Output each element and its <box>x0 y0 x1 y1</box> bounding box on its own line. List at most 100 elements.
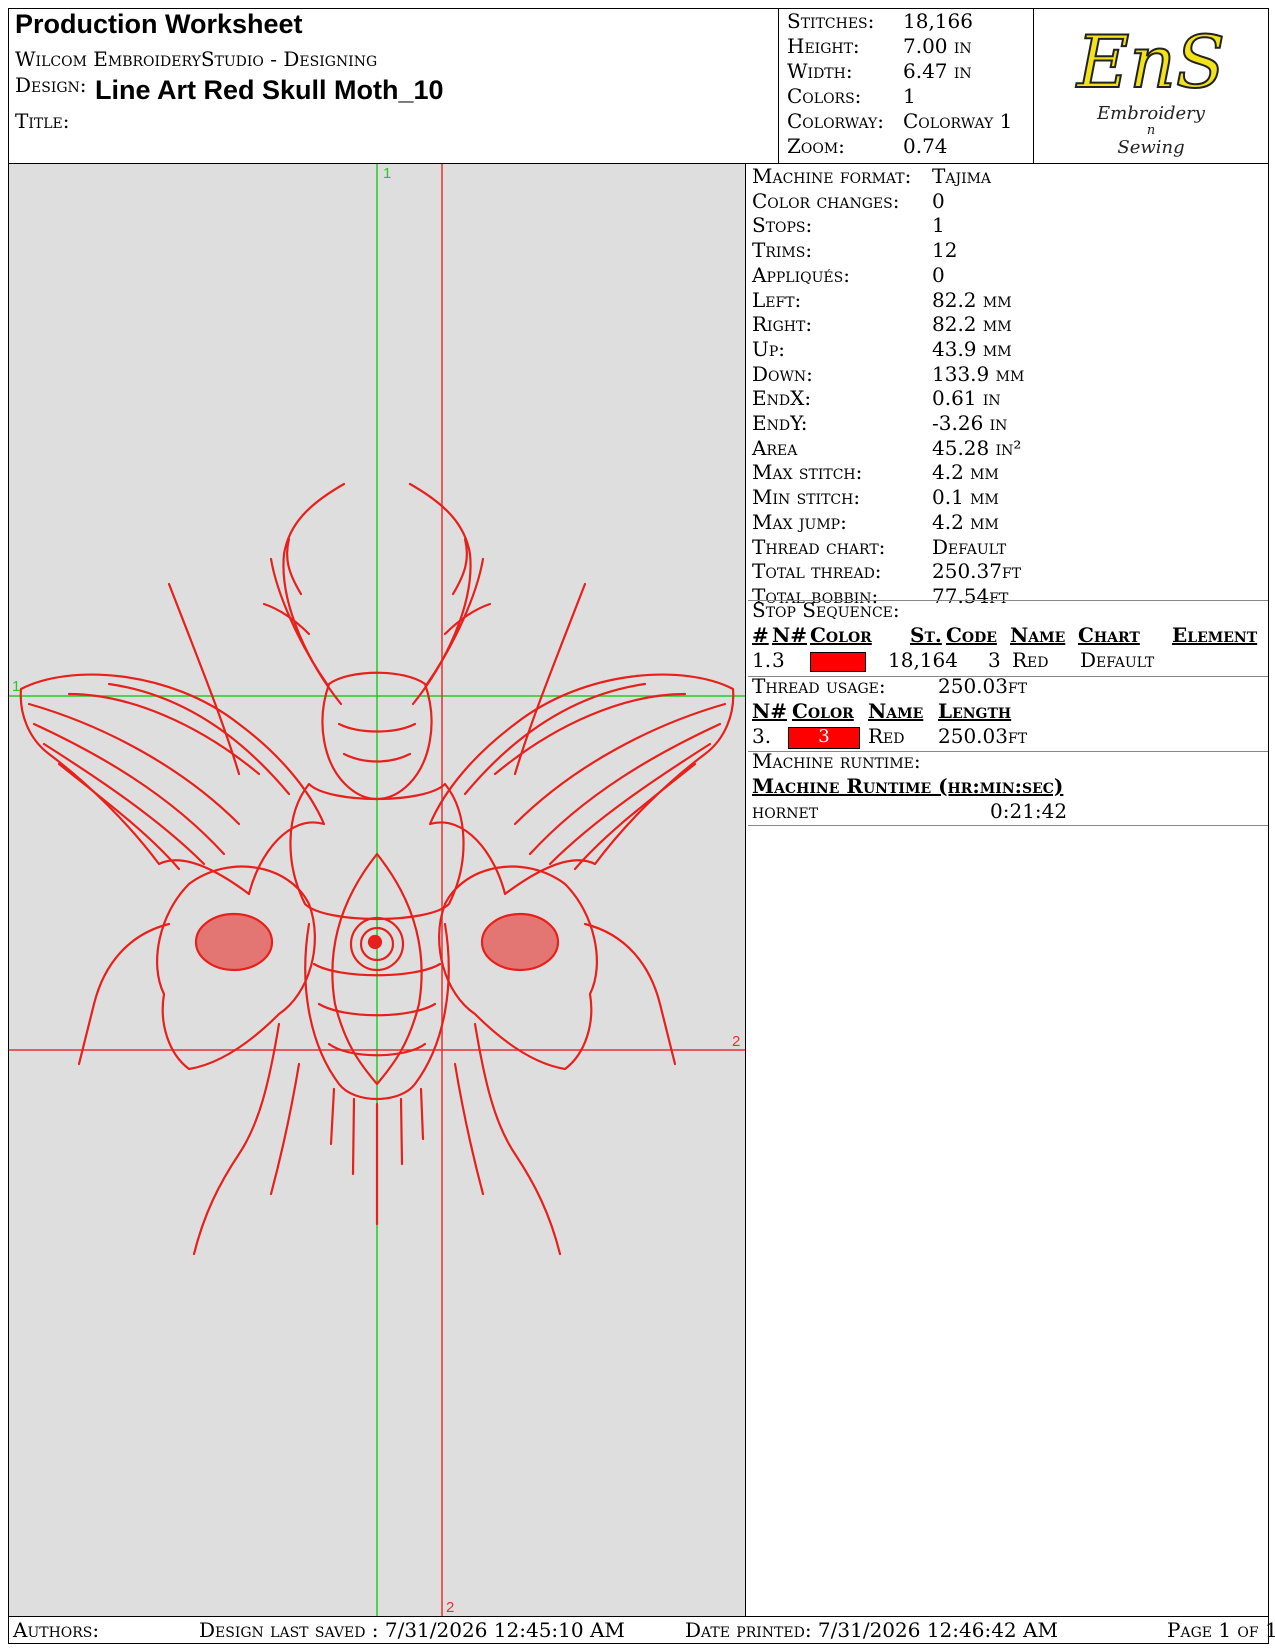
thread-col-name: Name <box>868 699 924 723</box>
detail-value: 45.28 in² <box>932 435 1022 460</box>
stop-row-n: 3 <box>772 648 785 672</box>
thread-col-color: Color <box>792 699 854 723</box>
detail-label: Machine format: <box>752 164 912 188</box>
detail-label: Trims: <box>752 238 813 263</box>
design-preview: 1 1 2 2 <box>9 164 745 1616</box>
height-label: Height: <box>787 34 860 58</box>
detail-value: 12 <box>932 238 958 263</box>
thread-row-n: 3. <box>752 724 772 748</box>
runtime-header: Machine Runtime (hr:min:sec) <box>752 774 1064 798</box>
thread-row-name: Red <box>868 724 905 748</box>
zoom-label: Zoom: <box>787 134 845 158</box>
runtime-title: Machine runtime: <box>752 749 921 773</box>
thread-usage-title: Thread usage: <box>752 674 886 698</box>
detail-label: Max stitch: <box>752 460 863 485</box>
stop-row-name: Red <box>1012 648 1049 672</box>
guide-label-v2: 2 <box>446 1599 454 1616</box>
guide-label-h2: 2 <box>732 1033 740 1050</box>
width-label: Width: <box>787 59 853 83</box>
stop-row-code: 3 <box>988 648 1001 672</box>
detail-label: Down: <box>752 361 813 386</box>
summary-box: Stitches: 18,166 Height: 7.00 in Width: … <box>778 8 1034 164</box>
detail-value: 4.2 mm <box>932 460 999 485</box>
detail-value: 4.2 mm <box>932 509 999 534</box>
logo-mark: EnS <box>1075 20 1225 104</box>
detail-label: Left: <box>752 287 802 312</box>
logo-line-3: Sewing <box>1117 137 1184 158</box>
runtime-time: 0:21:42 <box>990 799 1068 823</box>
separator-end <box>748 825 1268 826</box>
footer-authors: Authors: <box>13 1618 100 1642</box>
detail-value: 82.2 mm <box>932 287 1012 312</box>
detail-value: Default <box>932 534 1007 559</box>
detail-value: 0 <box>932 188 945 213</box>
detail-label: EndX: <box>752 386 812 411</box>
software-name: Wilcom EmbroideryStudio - Designing <box>15 47 378 71</box>
thread-col-n: N# <box>752 699 788 723</box>
stop-row-stitches: 18,164 <box>888 648 958 672</box>
design-name: Line Art Red Skull Moth_10 <box>95 75 444 105</box>
stop-col-n: N# <box>772 623 808 647</box>
width-value: 6.47 in <box>903 59 972 83</box>
detail-label: Total thread: <box>752 559 882 584</box>
design-preview-canvas: 1 1 2 2 <box>8 163 746 1617</box>
stop-col-element: Element <box>1172 623 1258 647</box>
logo-line-2: n <box>1147 123 1155 138</box>
detail-label: Color changes: <box>752 188 900 213</box>
thread-row-swatch-label: 3 <box>818 726 830 747</box>
stop-col-chart: Chart <box>1078 623 1140 647</box>
detail-value: 0.1 mm <box>932 485 999 510</box>
stop-row-index: 1. <box>752 648 772 672</box>
detail-value: 0.61 in <box>932 386 1001 411</box>
header-title-box: Production Worksheet Wilcom EmbroiderySt… <box>8 8 779 164</box>
detail-label: Area <box>752 435 798 460</box>
detail-value: 43.9 mm <box>932 336 1012 361</box>
guide-label-v1: 1 <box>383 165 391 182</box>
detail-value: 250.37ft <box>932 559 1022 584</box>
colorway-label: Colorway: <box>787 109 885 133</box>
footer-page: Page 1 of 1 <box>1167 1618 1275 1642</box>
title-label: Title: <box>15 109 70 133</box>
stop-col-color: Color <box>810 623 872 647</box>
design-label: Design: <box>15 73 87 97</box>
detail-value: 77.54ft <box>932 583 1009 608</box>
detail-value: -3.26 in <box>932 411 1008 435</box>
stop-col-st: St. <box>910 623 942 647</box>
height-value: 7.00 in <box>903 34 972 58</box>
stitches-value: 18,166 <box>903 9 973 33</box>
detail-value: Tajima <box>932 164 992 188</box>
thread-col-length: Length <box>938 699 1012 723</box>
logo-box: EnS Embroidery n Sewing <box>1033 8 1269 164</box>
stop-sequence-title: Stop Sequence: <box>752 598 900 622</box>
stop-row-chart: Default <box>1080 648 1155 672</box>
detail-value: 0 <box>932 262 945 287</box>
footer-last-saved: Design last saved : 7/31/2026 12:45:10 A… <box>199 1618 625 1642</box>
runtime-machine: hornet <box>752 799 819 823</box>
detail-label: Min stitch: <box>752 485 861 510</box>
thread-row-length: 250.03ft <box>938 724 1028 748</box>
detail-value: 1 <box>932 213 945 238</box>
stitches-label: Stitches: <box>787 9 875 33</box>
stop-col-name: Name <box>1010 623 1066 647</box>
detail-label: Stops: <box>752 213 813 238</box>
stop-col-code: Code <box>946 623 997 647</box>
detail-label: Thread chart: <box>752 534 886 559</box>
zoom-value: 0.74 <box>903 134 948 158</box>
detail-label: EndY: <box>752 411 808 435</box>
stop-col-hash: # <box>752 623 769 647</box>
colors-value: 1 <box>903 84 916 108</box>
detail-value: 82.2 mm <box>932 312 1012 337</box>
thread-usage-total: 250.03ft <box>938 674 1028 698</box>
detail-value: 133.9 mm <box>932 361 1025 386</box>
footer: Authors: Design last saved : 7/31/2026 1… <box>8 1616 1275 1644</box>
detail-label: Right: <box>752 312 813 337</box>
detail-label: Max jump: <box>752 509 847 534</box>
colorway-value: Colorway 1 <box>903 109 1013 133</box>
detail-label: Appliqués: <box>752 262 850 287</box>
ens-logo: EnS Embroidery n Sewing <box>1074 19 1226 158</box>
detail-label: Up: <box>752 336 786 361</box>
colors-label: Colors: <box>787 84 862 108</box>
worksheet-title: Production Worksheet <box>15 9 303 39</box>
footer-date-printed: Date printed: 7/31/2026 12:46:42 AM <box>685 1618 1058 1642</box>
logo-line-1: Embroidery <box>1096 103 1206 124</box>
